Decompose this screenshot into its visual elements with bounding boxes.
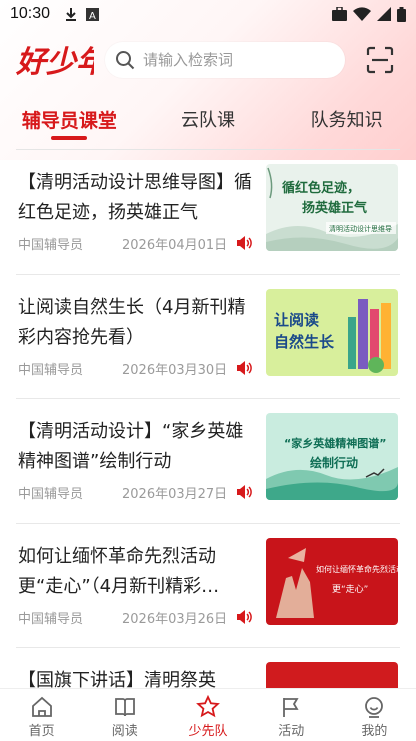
svg-text:A: A (89, 11, 96, 21)
search-bar[interactable] (105, 42, 345, 78)
thumb-caption: 清明活动设计思维导 (329, 224, 392, 233)
article-source: 中国辅导员 (18, 238, 84, 253)
tab-label: 队务知识 (310, 110, 383, 131)
article-item[interactable]: 【清明活动设计思维导图】循红色足迹，扬英雄正气 中国辅导员 2026年04月01… (0, 150, 416, 275)
nav-profile[interactable]: 我的 (333, 689, 416, 741)
status-time: 10:30 (10, 5, 51, 22)
a-box-icon: A (86, 7, 100, 21)
article-title: 如何让缅怀革命先烈活动更“走心”（4月新刊精彩… (18, 545, 220, 597)
status-bar: 10:30 A (0, 0, 416, 28)
download-icon (66, 8, 77, 21)
article-meta: 中国辅导员 2026年03月26日 (18, 608, 256, 627)
article-source: 中国辅导员 (18, 362, 84, 378)
thumb-text: 循红色足迹， (282, 180, 360, 196)
battery-icon (397, 6, 406, 22)
article-list: 【清明活动设计思维导图】循红色足迹，扬英雄正气 中国辅导员 2026年04月01… (0, 150, 416, 741)
article-meta: 中国辅导员 2026年03月30日 (18, 359, 256, 378)
scan-icon (366, 46, 394, 74)
book-icon (114, 698, 135, 717)
article-item[interactable]: 如何让缅怀革命先烈活动更“走心”（4月新刊精彩… 中国辅导员 2026年03月2… (0, 524, 416, 648)
article-meta: 中国辅导员 2026年03月27日 (18, 483, 256, 502)
article-source: 中国辅导员 (18, 611, 84, 627)
nav-label: 阅读 (111, 724, 138, 739)
thumb-text: 绘制行动 (310, 455, 358, 470)
tab-active-indicator (51, 136, 88, 140)
speaker-icon[interactable] (236, 235, 252, 251)
article-source: 中国辅导员 (18, 487, 84, 502)
search-icon (116, 51, 135, 70)
scan-button[interactable] (364, 44, 396, 76)
search-input[interactable] (143, 51, 333, 69)
article-title: 【清明活动设计思维导图】循红色足迹，扬英雄正气 (18, 172, 252, 223)
nav-young-pioneers[interactable]: 少先队 (166, 689, 249, 741)
home-icon (31, 696, 52, 717)
article-thumbnail: 让阅读 自然生长 (266, 288, 398, 376)
nav-activities[interactable]: 活动 (250, 689, 333, 741)
tab-yun-duike[interactable]: 云队课 (139, 100, 278, 144)
wifi-icon (353, 7, 371, 21)
tab-duiwu-zhishi[interactable]: 队务知识 (277, 100, 416, 144)
logo: 好少年 (15, 45, 94, 80)
star-icon (196, 695, 220, 718)
logo-text: 好少年 (15, 45, 94, 80)
thumb-text: 扬英雄正气 (302, 200, 367, 216)
article-date: 2026年04月01日 (122, 238, 228, 253)
tab-label: 云队课 (181, 110, 235, 131)
nav-label: 活动 (278, 724, 305, 739)
article-title: 让阅读自然生长（4月新刊精彩内容抢先看） (18, 296, 246, 348)
briefcase-icon (332, 7, 347, 21)
flag-icon (283, 698, 299, 717)
article-item[interactable]: 让阅读自然生长（4月新刊精彩内容抢先看） 中国辅导员 2026年03月30日 让… (0, 275, 416, 399)
category-tabs: 辅导员课堂 云队课 队务知识 (0, 100, 416, 144)
article-title: 【清明活动设计】“家乡英雄精神图谱”绘制行动 (18, 421, 244, 472)
speaker-icon[interactable] (236, 484, 252, 500)
thumb-text: 自然生长 (274, 333, 335, 351)
nav-reading[interactable]: 阅读 (83, 689, 166, 741)
thumb-text: “家乡英雄精神图谱” (284, 436, 386, 450)
tab-fudaoyuan-ketang[interactable]: 辅导员课堂 (0, 100, 139, 144)
article-item[interactable]: 【清明活动设计】“家乡英雄精神图谱”绘制行动 中国辅导员 2026年03月27日… (0, 399, 416, 524)
speaker-icon[interactable] (236, 360, 252, 376)
top-bar: 好少年 (0, 38, 416, 82)
speaker-icon[interactable] (236, 609, 252, 625)
article-thumbnail: “家乡英雄精神图谱” 绘制行动 (266, 413, 398, 500)
signal-icon (377, 7, 391, 21)
article-thumbnail: 循红色足迹， 扬英雄正气 清明活动设计思维导 (266, 164, 398, 251)
profile-icon (365, 697, 384, 718)
tab-label: 辅导员课堂 (21, 110, 117, 132)
article-date: 2026年03月27日 (122, 487, 228, 502)
thumb-text: 更“走心” (332, 584, 368, 595)
article-date: 2026年03月26日 (122, 611, 228, 627)
nav-label: 少先队 (188, 724, 228, 739)
bottom-nav: 首页 阅读 少先队 活动 我的 (0, 688, 416, 741)
nav-label: 我的 (361, 724, 388, 739)
article-meta: 中国辅导员 2026年04月01日 (18, 234, 256, 253)
thumb-text: 如何让缅怀革命先烈活动 (316, 564, 398, 574)
article-thumbnail: 如何让缅怀革命先烈活动 更“走心” (266, 537, 398, 625)
thumb-text: 让阅读 (274, 311, 319, 329)
nav-label: 首页 (28, 724, 55, 739)
article-date: 2026年03月30日 (122, 362, 228, 378)
nav-home[interactable]: 首页 (0, 689, 83, 741)
